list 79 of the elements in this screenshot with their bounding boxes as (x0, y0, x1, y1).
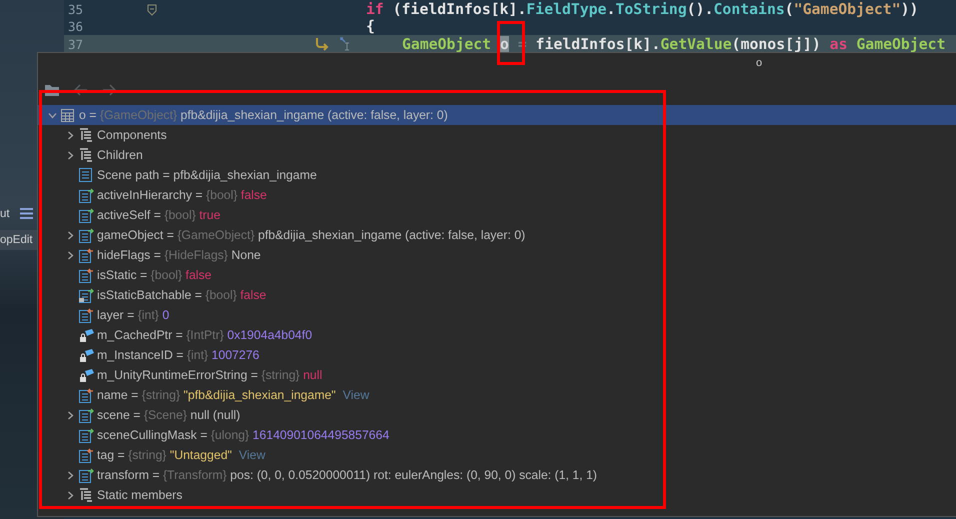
tree-row[interactable]: activeInHierarchy = {bool} false (38, 185, 956, 205)
tree-row[interactable]: layer = {int} 0 (38, 305, 956, 325)
chevron-right-icon[interactable] (66, 150, 75, 160)
tree-row[interactable]: m_CachedPtr = {IntPtr} 0x1904a4b04f0 (38, 325, 956, 345)
tree-row[interactable]: m_UnityRuntimeErrorString = {string} null (38, 365, 956, 385)
variable-value-text: transform = {Transform} pos: (0, 0, 0.0520000011) rot: eulerAngles: (0, 90, 0) scale: (1, 1, 1) (97, 468, 598, 482)
tooltip-text: o (756, 57, 762, 69)
chevron-right-icon[interactable] (66, 470, 75, 480)
locked-field-icon (79, 328, 95, 342)
variable-value-text: Static members (97, 488, 182, 502)
variable-value-text: layer = {int} 0 (97, 308, 170, 322)
menu-icon[interactable] (20, 208, 33, 219)
property-icon (79, 428, 94, 442)
chevron-down-icon[interactable] (48, 110, 57, 120)
tree-row[interactable]: name = {string} "pfb&dijia_shexian_ingame" View (38, 385, 956, 405)
highlight-frame (497, 21, 525, 65)
cursor-icon (340, 37, 352, 51)
variable-value-text: m_UnityRuntimeErrorString = {string} null (97, 368, 322, 382)
tree-row[interactable]: activeSelf = {bool} true (38, 205, 956, 225)
property-icon (79, 208, 94, 222)
tree-row[interactable]: isStaticBatchable = {bool} false (38, 285, 956, 305)
tree-row[interactable]: transform = {Transform} pos: (0, 0, 0.0520000011) rot: eulerAngles: (0, 90, 0) scale: (1, 1, 1) (38, 465, 956, 485)
property-icon (79, 228, 94, 242)
code-line: { (366, 18, 375, 35)
property-icon (79, 308, 94, 322)
variable-value-text: isStatic = {bool} false (97, 268, 212, 282)
document-icon (79, 168, 92, 182)
variable-value-text: tag = {string} "Untagged" (97, 448, 232, 462)
tree-row[interactable]: o = {GameObject} pfb&dijia_shexian_ingame (active: false, layer: 0) (38, 105, 956, 125)
stack-icon (79, 148, 93, 162)
chevron-right-icon[interactable] (66, 130, 75, 140)
chevron-right-icon[interactable] (66, 410, 75, 420)
chevron-right-icon[interactable] (66, 230, 75, 240)
table-icon (61, 108, 74, 122)
fold-icon[interactable] (147, 4, 157, 16)
variable-value-text: Components (97, 128, 167, 142)
variable-value-text: gameObject = {GameObject} pfb&dijia_shexian_ingame (active: false, layer: 0) (97, 228, 526, 242)
property-icon (79, 468, 94, 482)
code-line: if (fieldInfos[k].FieldType.ToString().Contains("GameObject")) (366, 1, 918, 18)
stack-icon (79, 128, 93, 142)
chevron-right-icon[interactable] (66, 490, 75, 500)
variable-value-text: m_InstanceID = {int} 1007276 (97, 348, 260, 362)
property-icon (79, 448, 94, 462)
variable-value-text: name = {string} "pfb&dijia_shexian_ingame" (97, 388, 336, 402)
line-number: 35 (68, 2, 84, 17)
locked-field-icon (79, 368, 95, 382)
property-icon (79, 388, 94, 402)
variable-value-text: m_CachedPtr = {IntPtr} 0x1904a4b04f0 (97, 328, 312, 342)
locked-field-icon (79, 348, 95, 362)
property-icon (79, 188, 94, 202)
variable-value-text: activeSelf = {bool} true (97, 208, 220, 222)
property-icon (79, 248, 94, 262)
stack-icon (79, 488, 93, 502)
tree-row[interactable]: tag = {string} "Untagged" View (38, 445, 956, 465)
property-icon (79, 408, 94, 422)
sidebar-item[interactable]: ut (0, 204, 10, 224)
line-number: 37 (68, 36, 84, 52)
line-number: 36 (68, 19, 84, 34)
folder-icon[interactable] (44, 83, 60, 97)
variable-value-text: Scene path = pfb&dijia_shexian_ingame (97, 168, 317, 182)
variable-value-text: o = {GameObject} pfb&dijia_shexian_ingame (active: false, layer: 0) (79, 108, 448, 122)
variable-value-text: Children (97, 148, 143, 162)
tree-row[interactable]: m_InstanceID = {int} 1007276 (38, 345, 956, 365)
variable-value-text: sceneCullingMask = {ulong} 16140901064495857664 (97, 428, 390, 442)
step-arrow-icon[interactable] (314, 37, 330, 51)
chevron-right-icon[interactable] (66, 250, 75, 260)
property-icon (79, 288, 94, 302)
tree-row[interactable]: isStatic = {bool} false (38, 265, 956, 285)
tree-row[interactable]: Children (38, 145, 956, 165)
variable-value-text: isStaticBatchable = {bool} false (97, 288, 266, 302)
tree-row[interactable]: Static members (38, 485, 956, 505)
tree-row[interactable]: sceneCullingMask = {ulong} 16140901064495857664 (38, 425, 956, 445)
tree-row[interactable]: scene = {Scene} null (null) (38, 405, 956, 425)
property-icon (79, 268, 94, 282)
tree-row[interactable]: Scene path = pfb&dijia_shexian_ingame (38, 165, 956, 185)
variable-value-text: activeInHierarchy = {bool} false (97, 188, 267, 202)
tree-row[interactable]: Components (38, 125, 956, 145)
variable-value-text: scene = {Scene} null (null) (97, 408, 240, 422)
variable-value-text: hideFlags = {HideFlags} None (97, 248, 261, 262)
